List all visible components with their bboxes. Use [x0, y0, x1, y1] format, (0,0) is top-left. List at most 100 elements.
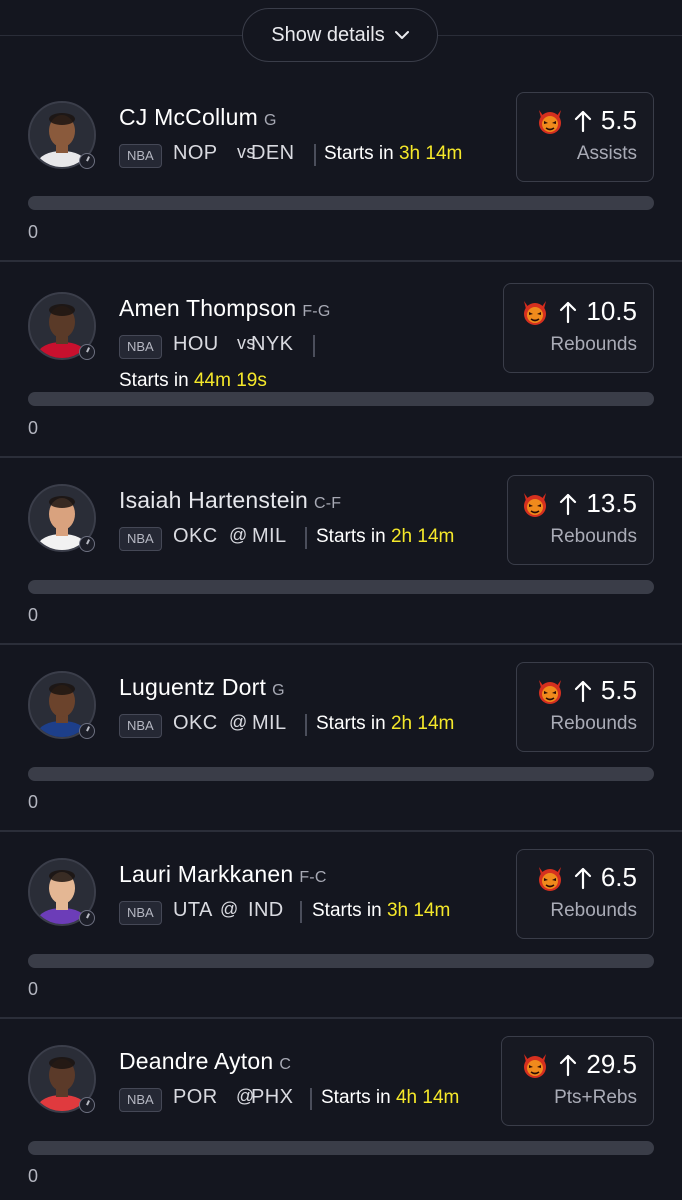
progress-bar	[28, 392, 654, 406]
arrow-up-icon	[560, 493, 577, 515]
card-divider	[0, 1017, 682, 1019]
pick-line: 29.5	[520, 1049, 637, 1080]
player-name-text: Isaiah Hartenstein	[119, 487, 308, 513]
pick-line: 5.5	[535, 105, 637, 136]
progress-count: 0	[28, 979, 39, 999]
arrow-up-icon	[574, 680, 591, 702]
devil-head-icon	[538, 866, 561, 891]
pick-button[interactable]: 5.5 Assists	[516, 92, 654, 182]
pick-button[interactable]: 29.5 Pts+Rebs	[501, 1036, 654, 1126]
pick-line: 6.5	[535, 862, 637, 893]
pick-stat-type: Rebounds	[550, 334, 637, 355]
progress-count: 0	[28, 1166, 39, 1186]
pick-stat-type: Pts+Rebs	[554, 1087, 637, 1108]
player-name-text: Lauri Markkanen	[119, 861, 294, 887]
player-position: G	[263, 112, 277, 129]
starts-countdown: 2h 14m	[390, 526, 455, 547]
player-name-text: Luguentz Dort	[119, 674, 267, 700]
matchup-home: HOU	[173, 333, 219, 355]
progress-count: 0	[28, 418, 39, 438]
player-name[interactable]: Luguentz Dort G	[119, 674, 285, 701]
arrow-up-icon	[574, 110, 591, 132]
game-start-time: Starts in 3h 14m	[324, 143, 462, 165]
card-divider	[0, 643, 682, 645]
clock-icon	[79, 910, 95, 926]
card-divider	[0, 260, 682, 262]
meta-separator	[305, 714, 307, 736]
pick-line: 13.5	[520, 488, 637, 519]
progress-bar	[28, 954, 654, 968]
pick-button[interactable]: 6.5 Rebounds	[516, 849, 654, 939]
pick-line-value: 6.5	[600, 862, 637, 892]
starts-label: Starts in	[316, 713, 386, 734]
game-start-time: Starts in 4h 14m	[321, 1087, 459, 1109]
clock-icon	[79, 723, 95, 739]
meta-separator	[310, 1088, 312, 1110]
card-divider	[0, 830, 682, 832]
clock-icon	[79, 153, 95, 169]
player-position: C	[279, 1056, 292, 1073]
matchup-home: OKC	[173, 712, 218, 734]
progress-count: 0	[28, 605, 39, 625]
starts-label: Starts in	[324, 143, 394, 164]
league-badge: NBA	[119, 901, 162, 925]
pick-stat-type: Rebounds	[550, 713, 637, 734]
starts-label: Starts in	[321, 1087, 391, 1108]
progress-bar	[28, 767, 654, 781]
player-name-text: Amen Thompson	[119, 295, 297, 321]
meta-separator	[313, 335, 315, 357]
game-start-time: Starts in 44m 19s	[119, 370, 267, 392]
pick-button[interactable]: 5.5 Rebounds	[516, 662, 654, 752]
pick-stat-type: Rebounds	[550, 900, 637, 921]
pick-line-value: 5.5	[600, 105, 637, 135]
player-position: C-F	[313, 495, 342, 512]
clock-icon	[79, 1097, 95, 1113]
matchup-away: DEN	[251, 142, 295, 164]
devil-head-icon	[524, 300, 547, 325]
clock-icon	[79, 344, 95, 360]
player-name[interactable]: Lauri Markkanen F-C	[119, 861, 327, 888]
matchup-home: POR	[173, 1086, 218, 1108]
player-position: F-G	[302, 303, 331, 320]
player-name[interactable]: CJ McCollum G	[119, 104, 277, 131]
game-start-time: Starts in 2h 14m	[316, 526, 454, 548]
devil-head-icon	[538, 679, 561, 704]
devil-head-icon	[538, 109, 561, 134]
matchup-away: PHX	[251, 1086, 294, 1108]
matchup-away: IND	[248, 899, 284, 921]
pick-line: 5.5	[535, 675, 637, 706]
arrow-up-icon	[560, 301, 577, 323]
devil-head-icon	[524, 1053, 547, 1078]
matchup-away: MIL	[252, 525, 287, 547]
matchup-connector: @	[220, 899, 239, 919]
progress-count: 0	[28, 222, 39, 242]
show-details-button[interactable]: Show details	[242, 8, 438, 62]
pick-button[interactable]: 13.5 Rebounds	[507, 475, 654, 565]
pick-line-value: 5.5	[600, 675, 637, 705]
league-badge: NBA	[119, 1088, 162, 1112]
player-name[interactable]: Amen Thompson F-G	[119, 295, 330, 322]
starts-countdown: 44m 19s	[193, 370, 267, 391]
clock-icon	[79, 536, 95, 552]
pick-button[interactable]: 10.5 Rebounds	[503, 283, 654, 373]
matchup-home: OKC	[173, 525, 218, 547]
arrow-up-icon	[560, 1054, 577, 1076]
league-badge: NBA	[119, 144, 162, 168]
starts-label: Starts in	[316, 526, 386, 547]
pick-line-value: 13.5	[586, 488, 637, 518]
starts-countdown: 3h 14m	[386, 900, 451, 921]
starts-countdown: 4h 14m	[395, 1087, 460, 1108]
progress-bar	[28, 1141, 654, 1155]
player-name-text: CJ McCollum	[119, 104, 258, 130]
player-name[interactable]: Deandre Ayton C	[119, 1048, 291, 1075]
chevron-down-icon	[394, 31, 409, 39]
player-name[interactable]: Isaiah Hartenstein C-F	[119, 487, 341, 514]
starts-countdown: 3h 14m	[398, 143, 463, 164]
show-details-label: Show details	[271, 23, 385, 46]
matchup-away: MIL	[252, 712, 287, 734]
pick-line: 10.5	[520, 296, 637, 327]
matchup-home: NOP	[173, 142, 218, 164]
game-start-time: Starts in 3h 14m	[312, 900, 450, 922]
devil-head-icon	[524, 492, 547, 517]
matchup-connector: @	[229, 525, 248, 545]
